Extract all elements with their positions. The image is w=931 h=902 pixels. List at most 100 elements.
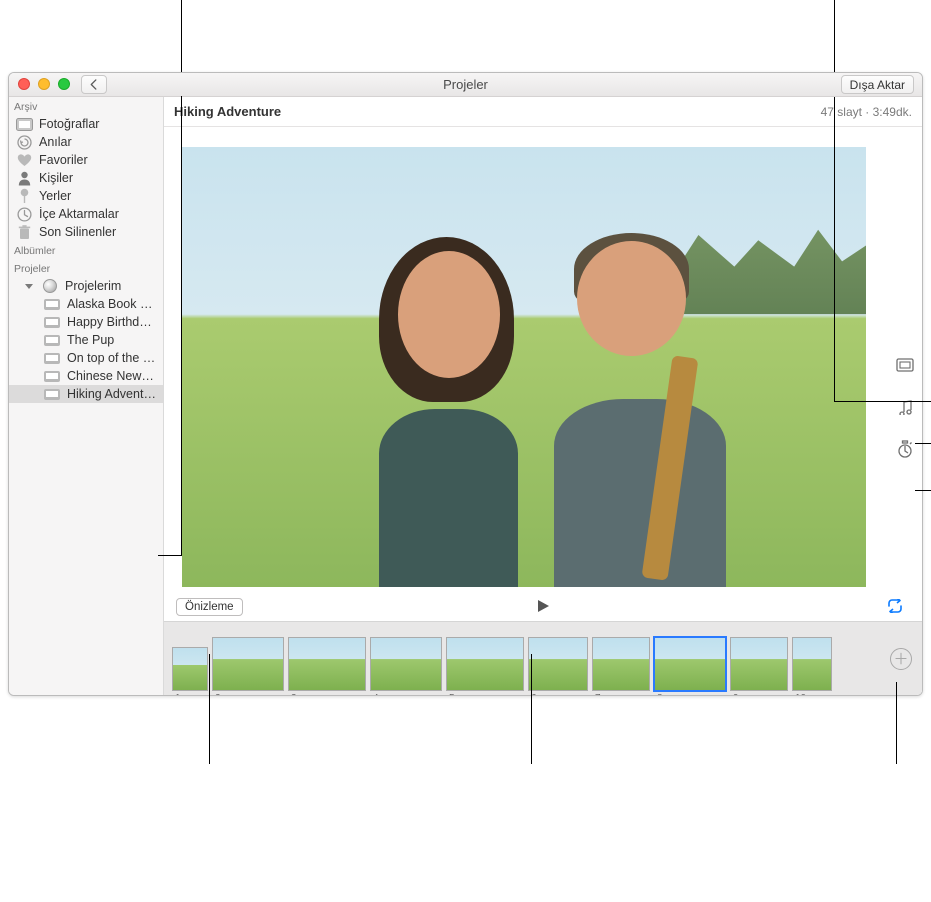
- project-title: Hiking Adventure: [174, 104, 281, 119]
- thumbnail-number: 9: [733, 693, 739, 695]
- thumbnail[interactable]: 4: [370, 637, 442, 691]
- thumbnail-number: 7: [595, 693, 601, 695]
- zoom-window-button[interactable]: [58, 78, 70, 90]
- sidebar-label: Happy Birthday…: [67, 315, 157, 329]
- play-button[interactable]: [535, 598, 551, 617]
- back-button[interactable]: [81, 75, 107, 94]
- sidebar-project-item[interactable]: Happy Birthday…: [9, 313, 163, 331]
- thumbnail-number: 1: [175, 693, 181, 695]
- sidebar-label: Chinese New Year: [67, 369, 157, 383]
- callout-line: [834, 97, 835, 402]
- thumbnail[interactable]: 9: [730, 637, 788, 691]
- sidebar-section-albums: Albümler: [9, 241, 163, 259]
- pin-icon: [15, 189, 33, 204]
- window-controls: [18, 78, 70, 90]
- sidebar-label: Yerler: [39, 189, 157, 203]
- disc-icon: [41, 279, 59, 294]
- callout-line: [181, 0, 182, 72]
- callout-line: [915, 443, 931, 444]
- thumbnail[interactable]: 2: [212, 637, 284, 691]
- thumbnail[interactable]: 1: [172, 647, 208, 691]
- sidebar-item-people[interactable]: Kişiler: [9, 169, 163, 187]
- minimize-window-button[interactable]: [38, 78, 50, 90]
- close-window-button[interactable]: [18, 78, 30, 90]
- sidebar-item-memories[interactable]: Anılar: [9, 133, 163, 151]
- thumbnail[interactable]: 6: [528, 637, 588, 691]
- titlebar: Projeler Dışa Aktar: [9, 73, 922, 97]
- slideshow-icon: [43, 351, 61, 366]
- sidebar-label: Projelerim: [65, 279, 157, 293]
- thumbnail-number: 4: [373, 693, 379, 695]
- thumbnail[interactable]: 5: [446, 637, 524, 691]
- sidebar-label: On top of the W…: [67, 351, 157, 365]
- sidebar-label: The Pup: [67, 333, 157, 347]
- photos-icon: [15, 117, 33, 132]
- loop-button[interactable]: [886, 599, 904, 616]
- callout-line: [158, 555, 181, 556]
- thumbnail-number: 10: [795, 693, 806, 695]
- memories-icon: [15, 135, 33, 150]
- sidebar-project-item[interactable]: Chinese New Year: [9, 367, 163, 385]
- sidebar-label: Hiking Adventure: [67, 387, 157, 401]
- sidebar-label: Kişiler: [39, 171, 157, 185]
- thumbnail-number: 5: [449, 693, 455, 695]
- slideshow-icon: [43, 387, 61, 402]
- duration-button[interactable]: [895, 439, 915, 459]
- thumbnail[interactable]: 8: [654, 637, 726, 691]
- window-title: Projeler: [9, 77, 922, 92]
- sidebar-item-trash[interactable]: Son Silinenler: [9, 223, 163, 241]
- person-icon: [15, 171, 33, 186]
- callout-line: [915, 490, 931, 491]
- app-window: Projeler Dışa Aktar Arşiv Fotoğraflar An…: [8, 72, 923, 696]
- sidebar-project-item[interactable]: On top of the W…: [9, 349, 163, 367]
- callout-line: [896, 682, 897, 764]
- slideshow-icon: [43, 315, 61, 330]
- callout-line: [834, 401, 931, 402]
- preview-controls: Önizleme: [164, 593, 922, 621]
- sidebar-project-item[interactable]: The Pup: [9, 331, 163, 349]
- preview-button[interactable]: Önizleme: [176, 598, 243, 616]
- thumbnail-strip: 12345678910＋: [164, 621, 922, 695]
- music-button[interactable]: [895, 397, 915, 417]
- project-header: Hiking Adventure 47 slayt · 3:49dk.: [164, 97, 922, 127]
- sidebar-label: Favoriler: [39, 153, 157, 167]
- sidebar-project-item[interactable]: Hiking Adventure: [9, 385, 163, 403]
- thumbnail-number: 8: [657, 693, 663, 695]
- sidebar-item-favorites[interactable]: Favoriler: [9, 151, 163, 169]
- theme-button[interactable]: [895, 355, 915, 375]
- callout-line: [834, 0, 835, 72]
- add-photos-button[interactable]: ＋: [890, 648, 912, 670]
- trash-icon: [15, 225, 33, 240]
- slide-preview[interactable]: [182, 147, 866, 587]
- sidebar-folder-myprojects[interactable]: Projelerim: [9, 277, 163, 295]
- callout-line: [181, 96, 182, 556]
- sidebar-label: Son Silinenler: [39, 225, 157, 239]
- sidebar-item-imports[interactable]: İçe Aktarmalar: [9, 205, 163, 223]
- sidebar-item-places[interactable]: Yerler: [9, 187, 163, 205]
- sidebar-item-photos[interactable]: Fotoğraflar: [9, 115, 163, 133]
- viewer: [164, 127, 922, 593]
- sidebar-section-projects: Projeler: [9, 259, 163, 277]
- thumbnail-number: 2: [215, 693, 221, 695]
- callout-line: [209, 654, 210, 764]
- sidebar: Arşiv Fotoğraflar Anılar Favoriler Kişil…: [9, 97, 164, 695]
- thumbnail-number: 3: [291, 693, 297, 695]
- stage: Önizleme: [164, 127, 922, 621]
- thumbnail[interactable]: 10: [792, 637, 832, 691]
- sidebar-label: Alaska Book Proj…: [67, 297, 157, 311]
- heart-icon: [15, 153, 33, 168]
- sidebar-section-library: Arşiv: [9, 97, 163, 115]
- clock-icon: [15, 207, 33, 222]
- sidebar-project-item[interactable]: Alaska Book Proj…: [9, 295, 163, 313]
- export-button[interactable]: Dışa Aktar: [841, 75, 914, 94]
- sidebar-label: Fotoğraflar: [39, 117, 157, 131]
- slideshow-icon: [43, 369, 61, 384]
- slideshow-icon: [43, 297, 61, 312]
- thumbnail[interactable]: 7: [592, 637, 650, 691]
- thumbnail[interactable]: 3: [288, 637, 366, 691]
- disclosure-triangle-icon[interactable]: [25, 284, 33, 289]
- main-area: Hiking Adventure 47 slayt · 3:49dk.: [164, 97, 922, 695]
- sidebar-label: Anılar: [39, 135, 157, 149]
- callout-line: [531, 654, 532, 764]
- sidebar-label: İçe Aktarmalar: [39, 207, 157, 221]
